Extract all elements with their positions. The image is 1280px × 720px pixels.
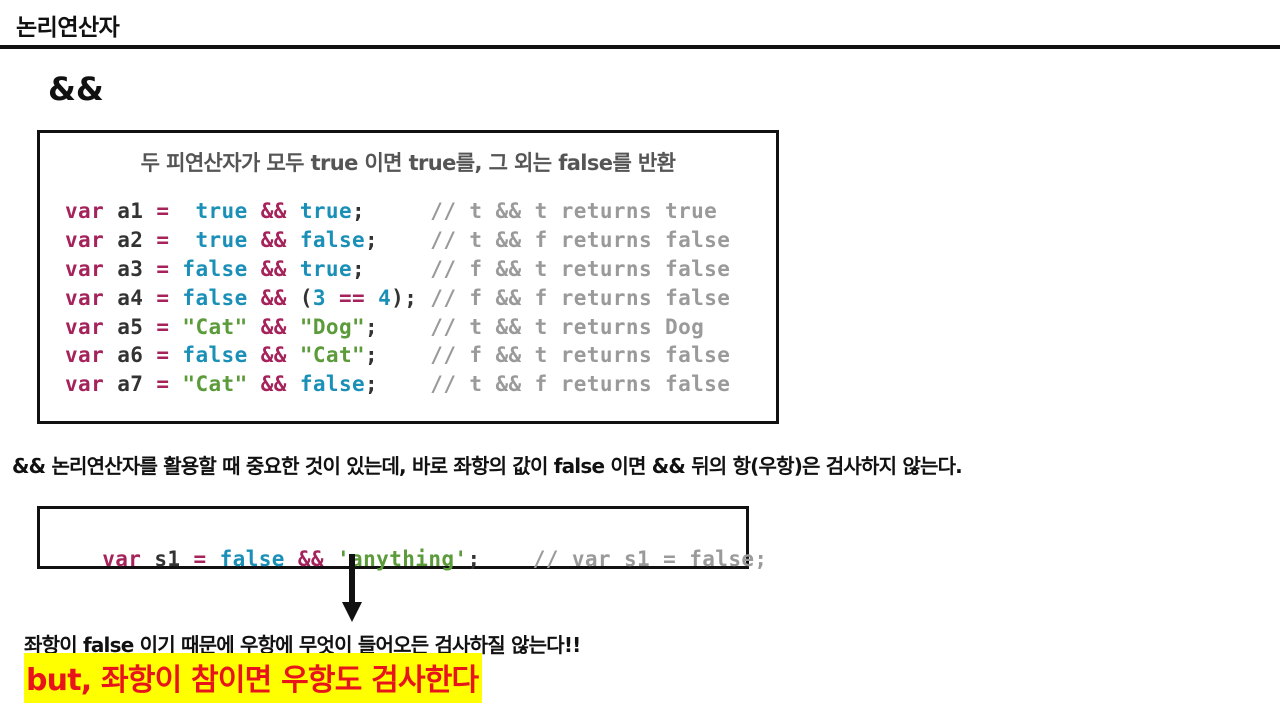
left-operand: false	[182, 256, 248, 281]
code-block: var a1 = true && true; // t && t returns…	[65, 197, 730, 399]
page-header-title: 논리연산자	[16, 15, 120, 41]
keyword-var: var	[65, 343, 105, 368]
code-line-a6: var a6 = false && "Cat"; // f && t retur…	[65, 341, 730, 370]
semicolon: ;	[404, 285, 418, 310]
short-circuit-code-box: var s1 = false && 'anything'; // var s1 …	[37, 506, 767, 571]
code-comment: // t && f returns false	[430, 227, 731, 252]
code-comment: // t && f returns false	[430, 372, 731, 397]
code-line-s1: var s1 = false && 'anything'; // var s1 …	[50, 523, 767, 595]
operator-title: &&	[48, 70, 104, 108]
keyword-var: var	[65, 285, 105, 310]
code-comment: // f && t returns false	[430, 256, 731, 281]
assign-operator: =	[193, 547, 207, 571]
and-operator: &&	[260, 372, 287, 397]
header-divider	[0, 45, 1280, 49]
right-operand: "Cat"	[299, 343, 366, 368]
left-operand: true	[182, 199, 248, 223]
and-operator: &&	[297, 547, 324, 571]
semicolon: ;	[352, 199, 366, 223]
right-operand: true	[299, 199, 353, 223]
right-operand: true	[299, 256, 353, 281]
right-operand-part: ==	[325, 285, 379, 310]
down-arrow-shaft	[349, 554, 355, 604]
left-operand: false	[182, 285, 248, 310]
code-line-a4: var a4 = false && (3 == 4); // f && f re…	[65, 284, 730, 313]
keyword-var: var	[102, 547, 142, 571]
keyword-var: var	[65, 372, 105, 397]
right-operand-part: (	[299, 285, 313, 310]
and-operator: &&	[260, 227, 287, 252]
assign-operator: =	[156, 285, 170, 310]
left-operand: "Cat"	[182, 314, 248, 339]
code-example-box: 두 피연산자가 모두 true 이면 true를, 그 외는 false를 반환…	[37, 130, 779, 424]
variable-name: a1	[117, 199, 144, 223]
right-operand-part: )	[391, 285, 405, 310]
semicolon: ;	[467, 547, 481, 571]
and-operator: &&	[260, 285, 287, 310]
and-operator: &&	[260, 343, 287, 368]
right-operand: "Dog"	[299, 314, 366, 339]
assign-operator: =	[156, 343, 170, 368]
variable-name: s1	[154, 547, 181, 571]
right-operand-part: 3	[312, 285, 326, 310]
assign-operator: =	[156, 256, 170, 281]
semicolon: ;	[365, 314, 379, 339]
code-line-a1: var a1 = true && true; // t && t returns…	[65, 197, 730, 226]
code-comment: // f && f returns false	[430, 285, 731, 310]
code-line-a3: var a3 = false && true; // f && t return…	[65, 255, 730, 284]
code-comment: // f && t returns false	[430, 343, 731, 368]
right-operand-part: 4	[378, 285, 392, 310]
variable-name: a6	[117, 343, 144, 368]
assign-operator: =	[156, 314, 170, 339]
and-operator: &&	[260, 314, 287, 339]
left-operand: false	[219, 547, 285, 571]
highlighted-note: but, 좌항이 참이면 우항도 검사한다	[24, 653, 483, 703]
left-operand: "Cat"	[182, 372, 248, 397]
and-operator: &&	[260, 199, 287, 223]
assign-operator: =	[156, 372, 170, 397]
variable-name: a5	[117, 314, 144, 339]
right-operand: false	[299, 372, 366, 397]
keyword-var: var	[65, 314, 105, 339]
down-arrow-icon	[342, 602, 362, 622]
keyword-var: var	[65, 227, 105, 252]
variable-name: a3	[117, 256, 144, 281]
assign-operator: =	[156, 227, 170, 252]
code-comment: // var s1 = false;	[532, 547, 768, 571]
semicolon: ;	[365, 372, 379, 397]
variable-name: a2	[117, 227, 144, 252]
description-text: 두 피연산자가 모두 true 이면 true를, 그 외는 false를 반환	[140, 151, 676, 175]
code-line-a5: var a5 = "Cat" && "Dog"; // t && t retur…	[65, 313, 730, 342]
and-operator: &&	[260, 256, 287, 281]
keyword-var: var	[65, 256, 105, 281]
semicolon: ;	[365, 343, 379, 368]
code-line-a2: var a2 = true && false; // t && f return…	[65, 226, 730, 255]
semicolon: ;	[352, 256, 366, 281]
keyword-var: var	[65, 199, 105, 223]
code-comment: // t && t returns true	[430, 199, 718, 223]
semicolon: ;	[365, 227, 379, 252]
right-operand: false	[299, 227, 366, 252]
left-operand: true	[182, 227, 248, 252]
right-operand: 'anything'	[337, 547, 468, 571]
variable-name: a7	[117, 372, 144, 397]
code-comment: // t && t returns Dog	[430, 314, 705, 339]
left-operand: false	[182, 343, 248, 368]
assign-operator: =	[156, 199, 170, 223]
variable-name: a4	[117, 285, 144, 310]
code-line-a7: var a7 = "Cat" && false; // t && f retur…	[65, 370, 730, 399]
explanation-note: && 논리연산자를 활용할 때 중요한 것이 있는데, 바로 좌항의 값이 fa…	[12, 454, 963, 478]
